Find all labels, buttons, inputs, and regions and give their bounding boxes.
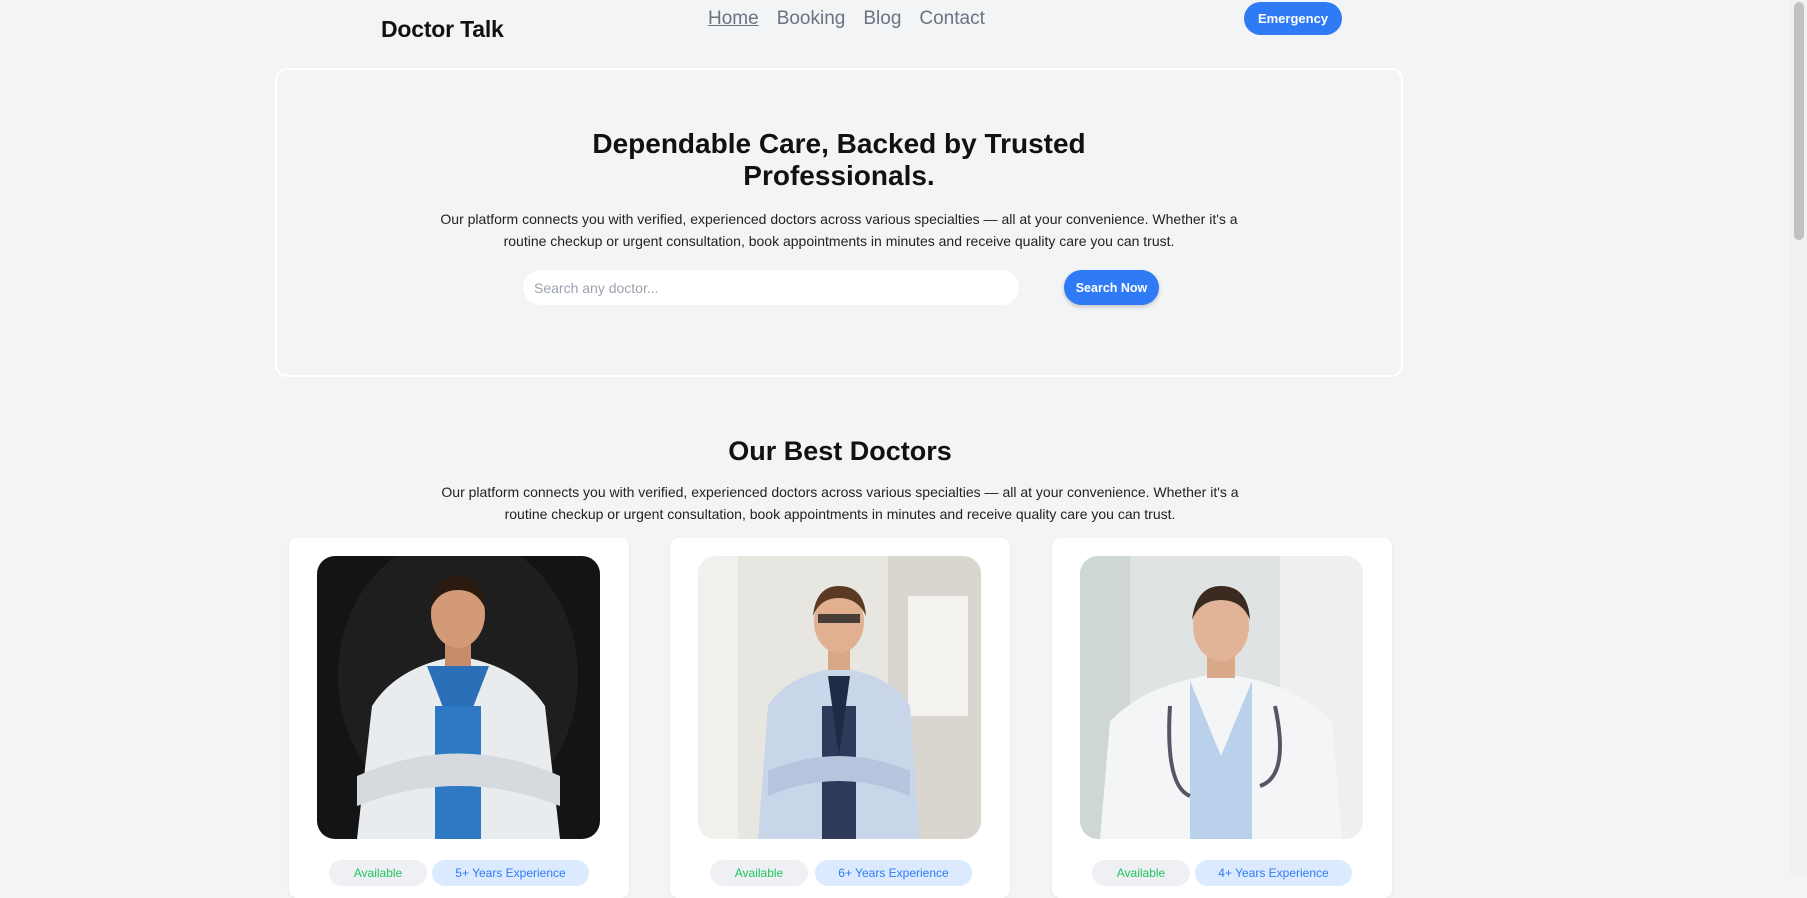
status-badge: Available	[710, 860, 808, 886]
brand-logo-text[interactable]: Doctor Talk	[381, 16, 504, 43]
nav-link-home[interactable]: Home	[708, 8, 759, 30]
search-now-button[interactable]: Search Now	[1064, 270, 1159, 305]
main-menu: Home Booking Blog Contact	[708, 8, 985, 30]
doctor-portrait-image	[1080, 556, 1363, 839]
doctor-photo	[317, 556, 600, 839]
doctor-photo	[1080, 556, 1363, 839]
experience-badge: 5+ Years Experience	[432, 860, 589, 886]
nav-link-booking[interactable]: Booking	[777, 8, 846, 30]
emergency-button[interactable]: Emergency	[1244, 2, 1342, 35]
doctor-portrait-image	[698, 556, 981, 839]
doctor-card[interactable]: Available 4+ Years Experience	[1052, 538, 1392, 898]
status-badge: Available	[1092, 860, 1190, 886]
hero-section: Dependable Care, Backed by Trusted Profe…	[275, 68, 1403, 377]
scrollbar-thumb[interactable]	[1794, 2, 1804, 240]
doctor-card[interactable]: Available 6+ Years Experience	[670, 538, 1010, 898]
section-description-line: routine checkup or urgent consultation, …	[504, 505, 1176, 522]
hero-title: Dependable Care, Backed by Trusted Profe…	[277, 128, 1401, 192]
page-scrollbar[interactable]	[1790, 0, 1807, 877]
hero-description-line: routine checkup or urgent consultation, …	[503, 232, 1175, 249]
nav-link-contact[interactable]: Contact	[919, 8, 984, 30]
hero-title-line: Dependable Care, Backed by Trusted	[592, 128, 1086, 159]
top-navbar: Doctor Talk Home Booking Blog Contact Em…	[0, 0, 1790, 50]
section-description-line: Our platform connects you with verified,…	[441, 484, 1239, 500]
doctor-card[interactable]: Available 5+ Years Experience	[289, 538, 629, 898]
status-badge: Available	[329, 860, 427, 886]
experience-badge: 4+ Years Experience	[1195, 860, 1352, 886]
doctor-photo	[698, 556, 981, 839]
nav-link-blog[interactable]: Blog	[863, 8, 901, 30]
experience-badge: 6+ Years Experience	[815, 860, 972, 886]
hero-description-line: Our platform connects you with verified,…	[440, 211, 1238, 227]
section-description: Our platform connects you with verified,…	[0, 482, 1680, 525]
section-title: Our Best Doctors	[728, 436, 952, 466]
hero-description: Our platform connects you with verified,…	[277, 209, 1401, 252]
doctor-search-input[interactable]: Search any doctor...	[523, 270, 1019, 305]
hero-title-line: Professionals.	[743, 160, 935, 191]
doctor-portrait-image	[317, 556, 600, 839]
